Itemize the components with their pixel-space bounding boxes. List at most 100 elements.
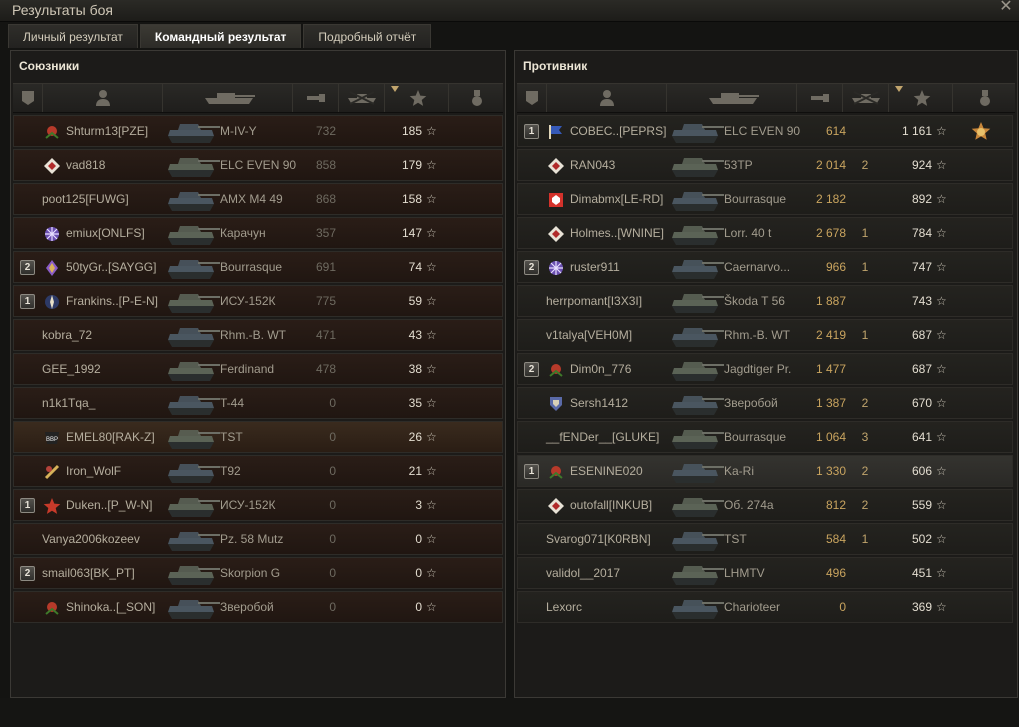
kills-column-header[interactable]	[339, 84, 385, 112]
xp-star-icon: ☆	[936, 498, 947, 512]
player-row[interactable]: RAN043 53TP 2 014 2 924 ☆	[517, 149, 1013, 181]
player-name[interactable]: v1talya[VEH0M]	[546, 328, 632, 342]
medal-icon[interactable]	[970, 121, 992, 143]
player-name[interactable]: ESENINE020	[570, 464, 643, 478]
player-row[interactable]: Lexorc Charioteer 0 369 ☆	[517, 591, 1013, 623]
player-row[interactable]: Iron_WolF T92 0 21 ☆	[13, 455, 503, 487]
player-row[interactable]: __fENDer__[GLUKE] Bourrasque 1 064 3 641 ☆	[517, 421, 1013, 453]
player-row[interactable]: Holmes..[WNINE] Lorr. 40 t 2 678 1 784 ☆	[517, 217, 1013, 249]
tab-personal-result[interactable]: Личный результат	[8, 24, 138, 48]
player-column-header[interactable]	[43, 84, 163, 112]
player-name[interactable]: Shturm13[PZE]	[66, 124, 148, 138]
player-row[interactable]: Sersh1412 Зверобой 1 387 2 670 ☆	[517, 387, 1013, 419]
player-row[interactable]: n1k1Tqa_ T-44 0 35 ☆	[13, 387, 503, 419]
damage-value: 868	[315, 192, 336, 206]
player-name[interactable]: outofall[INKUB]	[570, 498, 652, 512]
player-row[interactable]: 1 Frankins..[P-E-N] ИСУ-152К 775 59 ☆	[13, 285, 503, 317]
platoon-column-header[interactable]	[517, 84, 547, 112]
player-name[interactable]: EMEL80[RAK-Z]	[66, 430, 155, 444]
player-row[interactable]: Vanya2006kozeev Pz. 58 Mutz 0 0 ☆	[13, 523, 503, 555]
player-name[interactable]: Sersh1412	[570, 396, 628, 410]
platoon-column-header[interactable]	[13, 84, 43, 112]
player-name[interactable]: validol__2017	[546, 566, 620, 580]
player-row[interactable]: emiux[ONLFS] Карачун 357 147 ☆	[13, 217, 503, 249]
player-name[interactable]: Svarog071[K0RBN]	[546, 532, 651, 546]
player-row[interactable]: 1 СОВЕС..[PEPRS] ELC EVEN 90 614 1 161 ☆	[517, 115, 1013, 147]
player-row[interactable]: GEE_1992 Ferdinand 478 38 ☆	[13, 353, 503, 385]
xp-star-icon: ☆	[426, 192, 437, 206]
xp-value: 641	[911, 430, 932, 444]
player-name[interactable]: herrpomant[I3X3I]	[546, 294, 642, 308]
tab-detailed-report[interactable]: Подробный отчёт	[303, 24, 432, 48]
player-row[interactable]: 2 smail063[BK_PT] Skorpion G 0 0 ☆	[13, 557, 503, 589]
player-name[interactable]: Holmes..[WNINE]	[570, 226, 664, 240]
medal-column-header[interactable]	[953, 84, 1015, 112]
tank-name: T-44	[220, 396, 245, 410]
player-row[interactable]: poot125[FUWG] AMX M4 49 868 158 ☆	[13, 183, 503, 215]
close-icon[interactable]: ✕	[999, 0, 1013, 15]
tank-name: Ferdinand	[220, 362, 275, 376]
player-name[interactable]: __fENDer__[GLUKE]	[546, 430, 659, 444]
player-row[interactable]: kobra_72 Rhm.-B. WT 471 43 ☆	[13, 319, 503, 351]
snowflake-emblem-icon	[43, 225, 61, 243]
xp-star-icon: ☆	[936, 328, 947, 342]
player-row[interactable]: BBP EMEL80[RAK-Z] TST 0 26 ☆	[13, 421, 503, 453]
player-row[interactable]: Dimabmx[LE-RD] Bourrasque 2 182 892 ☆	[517, 183, 1013, 215]
player-row[interactable]: outofall[INKUB] Об. 274а 812 2 559 ☆	[517, 489, 1013, 521]
xp-star-icon: ☆	[426, 600, 437, 614]
player-name[interactable]: ruster911	[570, 260, 620, 274]
tank-column-header[interactable]	[667, 84, 797, 112]
player-row[interactable]: 1 Duken..[P_W-N] ИСУ-152К 0 3 ☆	[13, 489, 503, 521]
player-name[interactable]: emiux[ONLFS]	[66, 226, 145, 240]
tank-name: TST	[220, 430, 243, 444]
xp-column-header[interactable]	[889, 84, 953, 112]
player-name[interactable]: kobra_72	[42, 328, 92, 342]
player-row[interactable]: v1talya[VEH0M] Rhm.-B. WT 2 419 1 687 ☆	[517, 319, 1013, 351]
player-name[interactable]: Dimabmx[LE-RD]	[570, 192, 663, 206]
player-name[interactable]: Lexorc	[546, 600, 582, 614]
xp-value: 3	[415, 498, 422, 512]
player-name[interactable]: Duken..[P_W-N]	[66, 498, 152, 512]
tank-column-header[interactable]	[163, 84, 293, 112]
tank-name: ELC EVEN 90	[220, 158, 297, 172]
damage-column-header[interactable]	[293, 84, 339, 112]
player-row[interactable]: 2 50tyGr..[SAYGG] Bourrasque 691 74 ☆	[13, 251, 503, 283]
player-name[interactable]: Vanya2006kozeev	[42, 532, 140, 546]
player-row[interactable]: Shinoka..[_SON] Зверобой 0 0 ☆	[13, 591, 503, 623]
player-name[interactable]: RAN043	[570, 158, 615, 172]
kills-value: 2	[861, 396, 869, 410]
player-row[interactable]: 1 ESENINE020 Ka-Ri 1 330 2 606 ☆	[517, 455, 1013, 487]
damage-value: 0	[329, 396, 336, 410]
medal-column-header[interactable]	[449, 84, 503, 112]
player-name[interactable]: Dim0n_776	[570, 362, 631, 376]
player-name[interactable]: GEE_1992	[42, 362, 101, 376]
kills-column-header[interactable]	[843, 84, 889, 112]
player-row[interactable]: validol__2017 LHMTV 496 451 ☆	[517, 557, 1013, 589]
xp-column-header[interactable]	[385, 84, 449, 112]
damage-value: 496	[825, 566, 846, 580]
player-row[interactable]: Shturm13[PZE] M-IV-Y 732 185 ☆	[13, 115, 503, 147]
player-name[interactable]: СОВЕС..[PEPRS]	[570, 124, 666, 138]
player-column-header[interactable]	[547, 84, 667, 112]
player-row[interactable]: 2 ruster911 Caernarvo... 966 1 747 ☆	[517, 251, 1013, 283]
player-name[interactable]: Frankins..[P-E-N]	[66, 294, 158, 308]
player-row[interactable]: vad818 ELC EVEN 90 858 179 ☆	[13, 149, 503, 181]
player-name[interactable]: poot125[FUWG]	[42, 192, 129, 206]
xp-value: 0	[415, 532, 422, 546]
player-name[interactable]: 50tyGr..[SAYGG]	[66, 260, 156, 274]
player-name[interactable]: n1k1Tqa_	[42, 396, 95, 410]
damage-column-header[interactable]	[797, 84, 843, 112]
tab-team-result[interactable]: Командный результат	[139, 24, 302, 48]
player-name[interactable]: smail063[BK_PT]	[42, 566, 135, 580]
player-row[interactable]: Svarog071[K0RBN] TST 584 1 502 ☆	[517, 523, 1013, 555]
medal-column-icon	[472, 90, 482, 106]
damage-value: 1 387	[815, 396, 846, 410]
xp-star-icon: ☆	[426, 124, 437, 138]
player-name[interactable]: vad818	[66, 158, 105, 172]
platoon-badge: 1	[524, 464, 539, 479]
medal-column-icon	[980, 90, 990, 106]
player-row[interactable]: 2 Dim0n_776 Jagdtiger Pr. 1 477 687 ☆	[517, 353, 1013, 385]
player-name[interactable]: Iron_WolF	[66, 464, 121, 478]
player-name[interactable]: Shinoka..[_SON]	[66, 600, 155, 614]
player-row[interactable]: herrpomant[I3X3I] Škoda T 56 1 887 743 ☆	[517, 285, 1013, 317]
